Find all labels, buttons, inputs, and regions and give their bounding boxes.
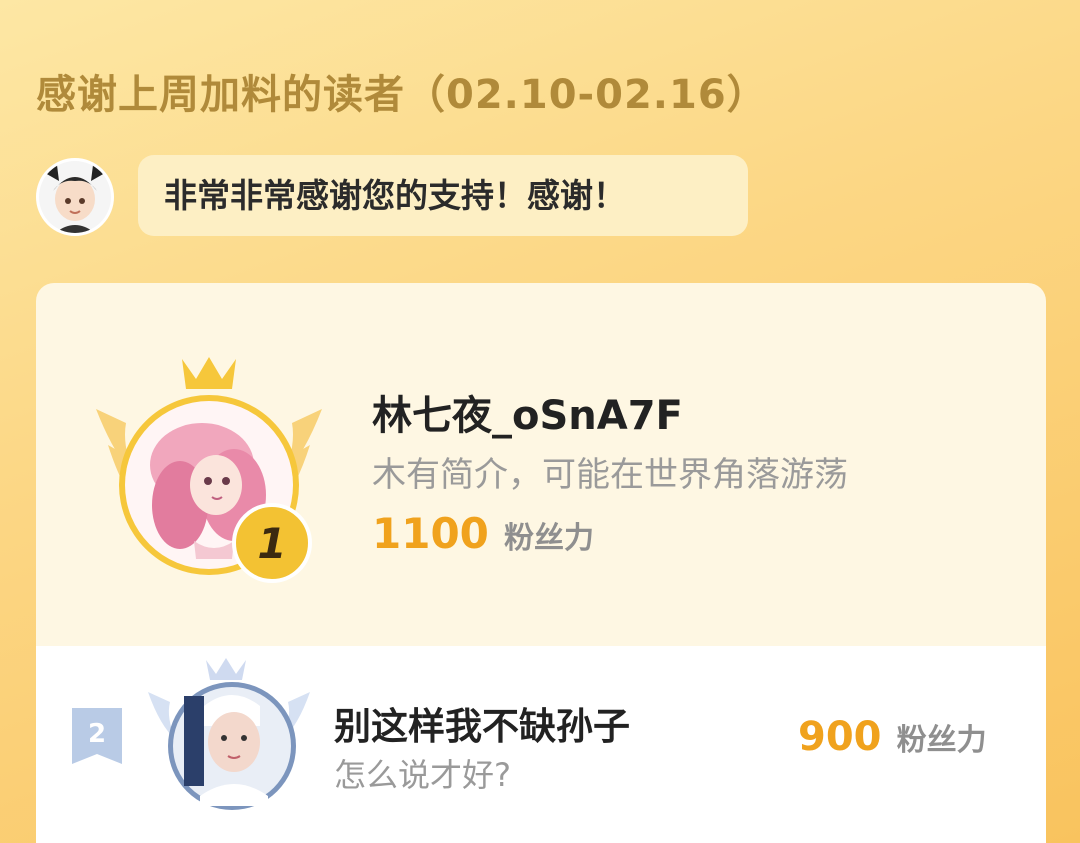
rank1-score-unit: 粉丝力 (504, 521, 594, 556)
rank2-score-unit: 粉丝力 (896, 723, 987, 758)
author-avatar[interactable] (36, 158, 114, 236)
rank2-bio: 怎么说才好? (334, 756, 511, 794)
rank1-username[interactable]: 林七夜_oSnA7F (372, 383, 683, 441)
svg-text:2: 2 (88, 719, 106, 749)
rank-2-ribbon-icon: 2 (72, 708, 122, 764)
rank1-score: 1100 粉丝力 (372, 509, 594, 558)
leaderboard-entry-1[interactable]: 1 林七夜_oSnA7F 木有简介，可能在世界角落游荡 1100 粉丝力 (36, 283, 1046, 646)
rank2-score-value: 900 (798, 714, 882, 760)
leaderboard-card: 1 林七夜_oSnA7F 木有简介，可能在世界角落游荡 1100 粉丝力 2 别… (36, 283, 1046, 843)
rank2-score: 900 粉丝力 (798, 714, 987, 760)
rank2-username[interactable]: 别这样我不缺孙子 (334, 696, 630, 750)
rank1-bio: 木有简介，可能在世界角落游荡 (372, 455, 848, 495)
silver-crown-badge-icon (148, 658, 310, 810)
rank1-score-value: 1100 (372, 509, 489, 558)
rank-1-medal: 1 (257, 519, 286, 568)
leaderboard-entry-2[interactable]: 2 别这样我不缺孙子 怎么说才好? 900 粉丝力 (36, 646, 1046, 843)
author-speech-bubble: 非常非常感谢您的支持！感谢！ (138, 155, 748, 236)
author-avatar-icon (39, 161, 111, 233)
gold-crown-badge-icon: 1 (96, 357, 322, 583)
page-title: 感谢上周加料的读者（02.10-02.16） (36, 72, 768, 118)
